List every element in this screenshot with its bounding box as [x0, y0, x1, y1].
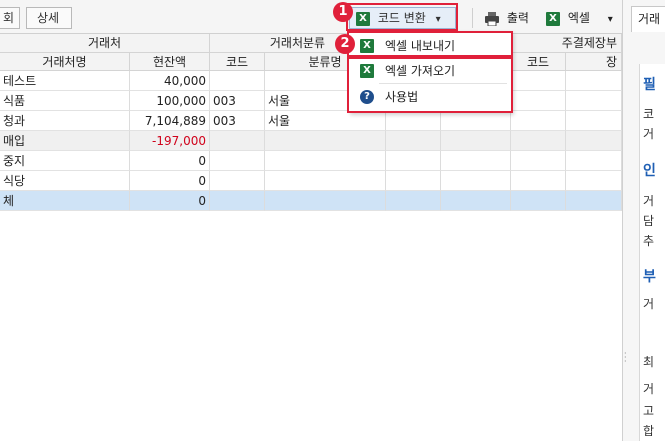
cell-code[interactable]: 003	[210, 111, 265, 131]
tab-account-detail[interactable]: 거래	[631, 6, 665, 32]
cell-empty[interactable]	[511, 191, 566, 211]
col-header-name[interactable]: 거래처명	[0, 53, 130, 71]
side-field-label: 합	[643, 424, 655, 438]
cell-name[interactable]: 매입	[0, 131, 130, 151]
side-section-title: 부	[643, 269, 656, 285]
side-section-title: 필	[643, 77, 656, 93]
side-field-label: 거	[643, 297, 655, 311]
account-grid: 거래처 거래처분류 주결제장부 거래처명 현잔액 코드 분류명 코드 장 테스트…	[0, 34, 622, 441]
side-field-label: 담	[643, 214, 655, 228]
annotation-box-excel-export	[347, 31, 513, 57]
cell-category[interactable]: 서울	[265, 111, 386, 131]
annotation-box-code-convert	[346, 3, 458, 31]
col-header-ledger[interactable]: 장	[566, 53, 622, 71]
detail-button[interactable]: 상세	[26, 7, 72, 29]
cell-code[interactable]	[210, 131, 265, 151]
cell-balance[interactable]: 0	[130, 191, 210, 211]
detail-side-panel: 거래 필 코 거 인 거 담 추 부 거 최 거 고 합	[622, 0, 665, 441]
cell-empty[interactable]	[441, 111, 511, 131]
cell-empty[interactable]	[566, 71, 622, 91]
cell-empty[interactable]	[566, 171, 622, 191]
excel-label: 엑셀	[567, 11, 590, 25]
annotation-badge-1: 1	[333, 2, 353, 22]
cell-code[interactable]	[210, 151, 265, 171]
col-header-code[interactable]: 코드	[210, 53, 265, 71]
cell-empty[interactable]	[441, 171, 511, 191]
print-label: 출력	[506, 11, 529, 25]
cell-code[interactable]	[210, 71, 265, 91]
cell-empty[interactable]	[441, 191, 511, 211]
cell-empty[interactable]	[386, 131, 441, 151]
excel-dropdown-icon[interactable]: ▾	[608, 14, 613, 25]
cell-category[interactable]	[265, 191, 386, 211]
side-field-label: 고	[643, 404, 655, 418]
cell-name[interactable]: 식당	[0, 171, 130, 191]
cell-balance[interactable]: 100,000	[130, 91, 210, 111]
cell-category[interactable]	[265, 171, 386, 191]
cell-code[interactable]	[210, 191, 265, 211]
cell-category[interactable]	[265, 131, 386, 151]
cell-empty[interactable]	[386, 151, 441, 171]
cell-code[interactable]	[210, 171, 265, 191]
annotation-box-menu-rest	[347, 57, 513, 113]
printer-icon	[485, 11, 499, 26]
cell-empty[interactable]	[566, 151, 622, 171]
cell-balance[interactable]: 0	[130, 151, 210, 171]
cell-empty[interactable]	[441, 131, 511, 151]
annotation-badge-2: 2	[335, 34, 355, 54]
cell-name[interactable]: 중지	[0, 151, 130, 171]
cell-empty[interactable]	[386, 111, 441, 131]
cell-empty[interactable]	[566, 111, 622, 131]
excel-button[interactable]: X 엑셀 ▾	[546, 6, 613, 30]
cell-category[interactable]	[265, 151, 386, 171]
side-field-label: 거	[643, 382, 655, 396]
cell-name[interactable]: 식품	[0, 91, 130, 111]
side-field-label: 최	[643, 355, 655, 369]
cell-empty[interactable]	[566, 191, 622, 211]
group-header-account: 거래처	[0, 34, 210, 53]
cell-empty[interactable]	[566, 91, 622, 111]
cell-empty[interactable]	[511, 171, 566, 191]
cell-name[interactable]: 청과	[0, 111, 130, 131]
cell-empty[interactable]	[511, 71, 566, 91]
side-section-title: 인	[643, 163, 656, 179]
print-button[interactable]: 출력	[484, 6, 529, 30]
cell-name[interactable]: 체	[0, 191, 130, 211]
col-header-balance[interactable]: 현잔액	[130, 53, 210, 71]
toolbar: 회 상세 X 코드 변환 ▾ 출력 X 엑셀 ▾	[0, 0, 622, 34]
cell-name[interactable]: 테스트	[0, 71, 130, 91]
cell-empty[interactable]	[511, 131, 566, 151]
partial-tab-button[interactable]: 회	[0, 7, 20, 29]
cell-empty[interactable]	[441, 151, 511, 171]
cell-balance[interactable]: 7,104,889	[130, 111, 210, 131]
cell-empty[interactable]	[511, 91, 566, 111]
cell-balance[interactable]: 0	[130, 171, 210, 191]
cell-empty[interactable]	[566, 131, 622, 151]
cell-empty[interactable]	[386, 191, 441, 211]
cell-empty[interactable]	[386, 171, 441, 191]
side-field-label: 거	[643, 194, 655, 208]
cell-balance[interactable]: 40,000	[130, 71, 210, 91]
side-field-label: 거	[643, 127, 655, 141]
side-field-label: 코	[643, 107, 655, 121]
cell-code[interactable]: 003	[210, 91, 265, 111]
cell-balance[interactable]: -197,000	[130, 131, 210, 151]
col-header-pay-code[interactable]: 코드	[511, 53, 566, 71]
side-field-label: 추	[643, 234, 655, 248]
cell-empty[interactable]	[511, 111, 566, 131]
excel-icon: X	[546, 11, 560, 26]
splitter-handle[interactable]: · · ·	[624, 350, 627, 366]
toolbar-divider	[472, 8, 473, 28]
cell-empty[interactable]	[511, 151, 566, 171]
